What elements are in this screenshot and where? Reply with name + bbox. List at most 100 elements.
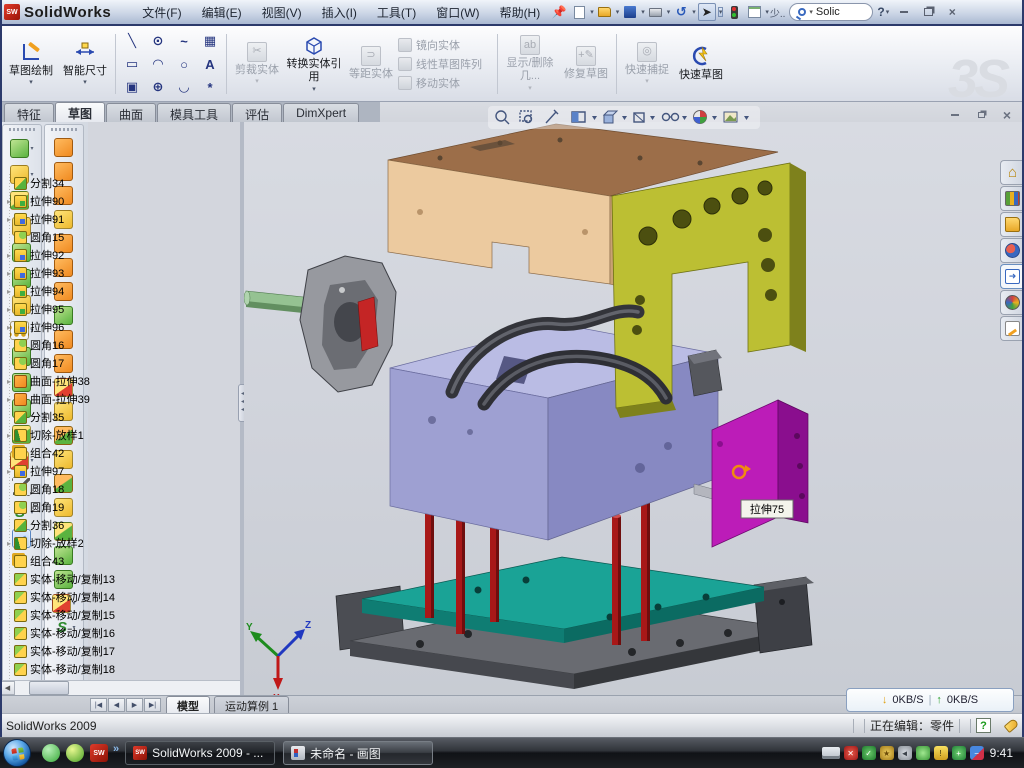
undo-button[interactable]: ↺ — [672, 3, 690, 21]
expand-arrow-icon[interactable]: ▸ — [4, 305, 14, 314]
feature-tree-item[interactable]: ▸曲面-拉伸39 — [4, 390, 138, 408]
menu-item[interactable]: 编辑(E) — [193, 2, 251, 23]
task-pane-tab[interactable]: ➜ — [1000, 264, 1024, 289]
messenger-quicklaunch-icon[interactable] — [42, 744, 60, 762]
options-list-button[interactable] — [745, 3, 763, 21]
expand-arrow-icon[interactable]: ▸ — [4, 215, 14, 224]
feature-tree-item[interactable]: 圆角16 — [4, 336, 138, 354]
sketch-entity-button[interactable]: ⊕ — [145, 76, 171, 99]
expand-arrow-icon[interactable]: ▸ — [4, 539, 14, 548]
toolbar-button[interactable]: ▾ — [10, 135, 33, 161]
tray-icon[interactable]: − — [970, 746, 984, 760]
menu-item[interactable]: 视图(V) — [253, 2, 311, 23]
expand-arrow-icon[interactable]: ▸ — [4, 467, 14, 476]
feature-tree-item[interactable]: ▸拉伸90 — [4, 192, 138, 210]
trim-entities-button[interactable]: ✂ 剪裁实体▾ — [230, 29, 284, 99]
feature-tree-item[interactable]: ▸拉伸91 — [4, 210, 138, 228]
feature-tree-item[interactable]: 圆角15 — [4, 228, 138, 246]
tray-icon[interactable]: + — [952, 746, 966, 760]
search-box[interactable]: ▾ Solic — [789, 3, 873, 21]
tray-icon[interactable]: ✓ — [862, 746, 876, 760]
menu-item[interactable]: 插入(I) — [313, 2, 366, 23]
menu-item[interactable]: 窗口(W) — [427, 2, 488, 23]
feature-tree-item[interactable]: ▸拉伸94 — [4, 282, 138, 300]
taskbar-clock[interactable]: 9:41 — [990, 746, 1013, 760]
task-pane-tab[interactable] — [1000, 238, 1024, 263]
open-button[interactable] — [596, 3, 614, 21]
new-document-button[interactable] — [570, 3, 588, 21]
commandmanager-tab[interactable]: DimXpert — [283, 103, 359, 122]
task-pane-tab[interactable] — [1000, 186, 1024, 211]
commandmanager-tab[interactable]: 特征 — [4, 103, 54, 122]
feature-tree-item[interactable]: ▸曲面-拉伸38 — [4, 372, 138, 390]
tab-nav-button[interactable]: ▶| — [144, 698, 161, 712]
media-quicklaunch-icon[interactable] — [66, 744, 84, 762]
graphics-viewport[interactable]: Y Z X 拉伸75 ⌂➜ — [244, 122, 1024, 695]
sketch-entity-button[interactable]: ╲ — [119, 30, 145, 53]
tray-icon[interactable] — [916, 746, 930, 760]
stack-tool-button[interactable]: 线性草图阵列 — [398, 56, 494, 72]
repair-sketch-button[interactable]: +✎ 修复草图 — [559, 29, 613, 99]
task-pane-tab[interactable]: ⌂ — [1000, 160, 1024, 185]
commandmanager-tab[interactable]: 评估 — [232, 103, 282, 122]
stack-tool-button[interactable]: 移动实体 — [398, 75, 494, 91]
feature-tree-item[interactable]: ▸拉伸95 — [4, 300, 138, 318]
expand-arrow-icon[interactable]: ▸ — [4, 377, 14, 386]
print-dropdown[interactable]: ▾ — [667, 8, 671, 16]
save-dropdown[interactable]: ▾ — [641, 8, 645, 16]
options-dropdown[interactable]: ▾ — [765, 8, 769, 16]
hscroll-thumb[interactable] — [29, 681, 69, 695]
menu-item[interactable]: 帮助(H) — [491, 2, 550, 23]
sketch-entity-button[interactable]: ~ — [171, 30, 197, 53]
feature-tree-item[interactable]: 实体-移动/复制14 — [4, 588, 138, 606]
expand-arrow-icon[interactable]: ▸ — [4, 269, 14, 278]
sketch-entity-button[interactable]: ▦ — [197, 30, 223, 53]
menu-item[interactable]: 工具(T) — [368, 2, 425, 23]
feature-tree-item[interactable]: 分割34 — [4, 174, 138, 192]
tray-icon[interactable]: ! — [934, 746, 948, 760]
convert-entities-button[interactable]: 转换实体引用▾ — [284, 29, 344, 99]
tags-icon[interactable] — [1004, 718, 1020, 733]
doc-minimize-button[interactable] — [946, 107, 964, 122]
taskbar-button-solidworks[interactable]: SW SolidWorks 2009 - ... — [125, 741, 275, 765]
commandmanager-tab[interactable]: 草图 — [55, 102, 105, 122]
sketch-entity-button[interactable]: ◠ — [145, 53, 171, 76]
sketch-entity-button[interactable]: ◡ — [171, 76, 197, 99]
feature-tree-item[interactable]: ▸拉伸93 — [4, 264, 138, 282]
offset-entities-button[interactable]: ⊃ 等距实体 — [344, 29, 398, 99]
display-delete-relations-button[interactable]: ab 显示/删除几...▾ — [501, 29, 559, 99]
sketch-entity-button[interactable]: A — [197, 53, 223, 76]
task-pane-tab[interactable] — [1000, 316, 1024, 341]
feature-tree-item[interactable]: 分割35 — [4, 408, 138, 426]
toolbar-overflow[interactable]: 少.. — [770, 5, 786, 20]
sketch-entity-button[interactable]: * — [197, 76, 223, 99]
toolbar-button[interactable] — [54, 135, 74, 159]
select-cursor-button[interactable]: ➤ — [698, 3, 716, 21]
doc-close-button[interactable]: × — [998, 107, 1016, 122]
feature-tree-item[interactable]: ▸拉伸92 — [4, 246, 138, 264]
feature-tree-item[interactable]: 实体-移动/复制17 — [4, 642, 138, 660]
clamp-section-part[interactable] — [300, 256, 396, 392]
doc-restore-button[interactable] — [972, 107, 990, 122]
tab-nav-button[interactable]: |◀ — [90, 698, 107, 712]
expand-arrow-icon[interactable]: ▸ — [4, 431, 14, 440]
tab-nav-button[interactable]: ▶ — [126, 698, 143, 712]
expand-arrow-icon[interactable]: ▸ — [4, 251, 14, 260]
select-dropdown[interactable]: ▾ — [718, 7, 724, 17]
feature-tree-item[interactable]: 圆角19 — [4, 498, 138, 516]
tray-icon[interactable]: ✕ — [844, 746, 858, 760]
feature-tree-item[interactable]: 实体-移动/复制15 — [4, 606, 138, 624]
task-pane-tab[interactable] — [1000, 212, 1024, 237]
traffic-light-icon[interactable] — [725, 3, 743, 21]
sketch-entity-button[interactable]: ○ — [171, 53, 197, 76]
model-tab[interactable]: 运动算例 1 — [214, 696, 289, 713]
scroll-left-button[interactable]: ◀ — [0, 681, 15, 695]
close-button[interactable]: × — [942, 5, 962, 20]
quicklaunch-expand-chevron[interactable]: » — [113, 743, 119, 755]
tray-icon[interactable]: ★ — [880, 746, 894, 760]
sketch-entity-button[interactable]: ▣ — [119, 76, 145, 99]
slider-block-magenta[interactable] — [712, 400, 808, 547]
solidworks-quicklaunch-icon[interactable]: SW — [90, 744, 108, 762]
open-dropdown[interactable]: ▾ — [616, 8, 620, 16]
taskbar-button-paint[interactable]: 未命名 - 画图 — [283, 741, 433, 765]
